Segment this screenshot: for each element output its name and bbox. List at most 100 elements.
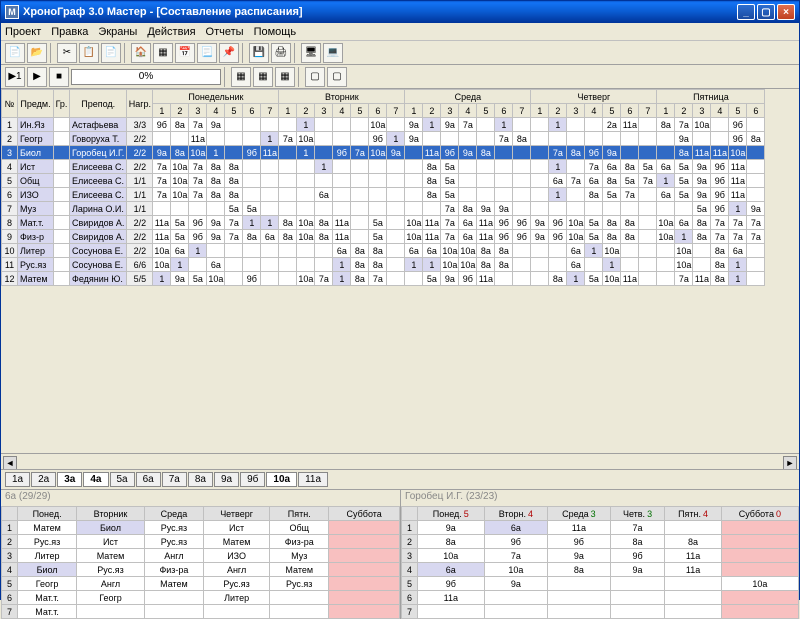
cell[interactable]: 5а [639, 160, 657, 174]
cell[interactable]: 10а [369, 118, 387, 132]
cell[interactable] [243, 160, 261, 174]
cell[interactable]: 1 [243, 216, 261, 230]
cell[interactable]: 1 [423, 258, 441, 272]
cell[interactable] [513, 160, 531, 174]
cell[interactable] [225, 118, 243, 132]
cell[interactable] [225, 272, 243, 286]
cell[interactable]: 8а [171, 118, 189, 132]
calendar-icon[interactable]: 📅 [175, 43, 195, 63]
cell[interactable]: 7а [747, 216, 765, 230]
cell[interactable]: 5а [441, 188, 459, 202]
cell[interactable]: 5а [585, 230, 603, 244]
cell[interactable] [243, 188, 261, 202]
cell[interactable]: 1 [297, 146, 315, 160]
cell[interactable]: 9б [153, 118, 171, 132]
menu-Экраны[interactable]: Экраны [98, 26, 137, 38]
cell[interactable] [639, 216, 657, 230]
cell[interactable]: 9а [459, 146, 477, 160]
cell[interactable]: 9б [711, 160, 729, 174]
cell[interactable] [477, 118, 495, 132]
cell[interactable]: 10а [297, 132, 315, 146]
scroll-left-icon[interactable]: ◄ [3, 456, 17, 470]
cell[interactable] [243, 132, 261, 146]
save-icon[interactable]: 💾 [249, 43, 269, 63]
schedule-row[interactable]: 1Ин.ЯзАстафьева3/39б8а7а9а110а9а19а7а112… [2, 118, 765, 132]
cell[interactable] [333, 132, 351, 146]
class-row[interactable]: 3ЛитерМатемАнглИЗОМуз [2, 549, 400, 563]
cell[interactable] [351, 174, 369, 188]
class-row[interactable]: 4БиолРус.язФиз-раАнглМатем [2, 563, 400, 577]
teacher-schedule-table[interactable]: Понед. 5Вторн. 4Среда 3Четв. 3Пятн. 4Суб… [401, 506, 799, 619]
cell[interactable]: 5а [585, 272, 603, 286]
cell[interactable] [639, 118, 657, 132]
cell[interactable]: 7а [153, 160, 171, 174]
cell[interactable]: 9а [747, 202, 765, 216]
cell[interactable] [495, 160, 513, 174]
cell[interactable] [693, 244, 711, 258]
cell[interactable] [279, 272, 297, 286]
cell[interactable]: 9б [495, 230, 513, 244]
cell[interactable] [261, 272, 279, 286]
cell[interactable] [261, 244, 279, 258]
cell[interactable]: 1 [405, 258, 423, 272]
cell[interactable]: 7а [729, 216, 747, 230]
cell[interactable] [513, 146, 531, 160]
cell[interactable]: 9б [513, 230, 531, 244]
cell[interactable]: 11а [261, 146, 279, 160]
cell[interactable]: 1 [549, 118, 567, 132]
cell[interactable] [279, 118, 297, 132]
cell[interactable]: 11а [423, 216, 441, 230]
cell[interactable]: 10а [657, 230, 675, 244]
cell[interactable] [585, 118, 603, 132]
cell[interactable] [261, 258, 279, 272]
cell[interactable] [747, 188, 765, 202]
cell[interactable]: 5а [189, 272, 207, 286]
cell[interactable]: 5а [225, 202, 243, 216]
cell[interactable]: 9а [171, 272, 189, 286]
cell[interactable]: 8а [603, 216, 621, 230]
cell[interactable] [639, 202, 657, 216]
cell[interactable]: 1 [657, 174, 675, 188]
cell[interactable] [747, 146, 765, 160]
close-button[interactable]: × [777, 4, 795, 20]
cell[interactable]: 1 [261, 216, 279, 230]
cell[interactable] [423, 132, 441, 146]
view1-icon[interactable]: ▦ [231, 67, 251, 87]
class-row[interactable]: 5ГеогрАнглМатемРус.язРус.яз [2, 577, 400, 591]
cell[interactable]: 7а [585, 160, 603, 174]
cell[interactable]: 5а [369, 216, 387, 230]
cell[interactable] [351, 230, 369, 244]
cell[interactable] [549, 258, 567, 272]
cell[interactable]: 8а [621, 230, 639, 244]
cell[interactable]: 9а [675, 132, 693, 146]
cell[interactable]: 9б [711, 202, 729, 216]
cell[interactable] [279, 244, 297, 258]
cell[interactable] [477, 132, 495, 146]
cell[interactable]: 10а [603, 244, 621, 258]
cell[interactable]: 10а [657, 216, 675, 230]
cell[interactable] [279, 258, 297, 272]
cell[interactable] [531, 132, 549, 146]
cell[interactable]: 8а [693, 230, 711, 244]
cell[interactable]: 6а [171, 244, 189, 258]
cell[interactable]: 10а [675, 244, 693, 258]
cell[interactable] [189, 202, 207, 216]
cell[interactable]: 8а [711, 258, 729, 272]
cell[interactable]: 5а [675, 174, 693, 188]
cell[interactable]: 9б [441, 146, 459, 160]
cell[interactable] [513, 202, 531, 216]
cell[interactable] [639, 258, 657, 272]
cell[interactable] [279, 202, 297, 216]
cell[interactable]: 6а [567, 244, 585, 258]
cell[interactable]: 11а [477, 272, 495, 286]
cell[interactable]: 11а [477, 216, 495, 230]
run-icon[interactable]: ▶1 [5, 67, 25, 87]
cell[interactable]: 10а [297, 216, 315, 230]
schedule-row[interactable]: 11Рус.язСосунова Е.6/610а16а18а8а1110а10… [2, 258, 765, 272]
cell[interactable] [531, 174, 549, 188]
cell[interactable]: 9а [207, 230, 225, 244]
cell[interactable]: 8а [279, 216, 297, 230]
cell[interactable]: 8а [513, 132, 531, 146]
cell[interactable]: 9а [531, 230, 549, 244]
cell[interactable] [531, 202, 549, 216]
